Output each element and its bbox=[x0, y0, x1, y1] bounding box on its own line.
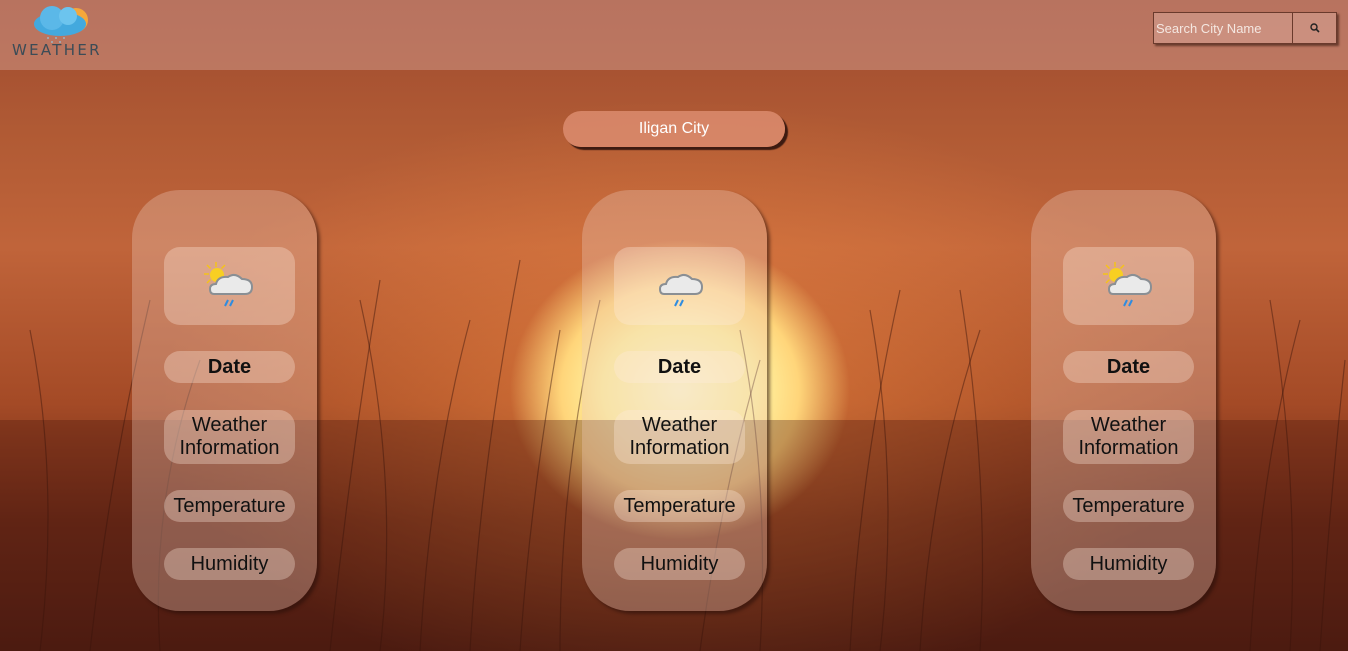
cloud-rain-icon bbox=[658, 273, 703, 307]
weather-icon-box bbox=[164, 247, 295, 325]
top-header-bar: WEATHER bbox=[0, 0, 1348, 70]
temperature-label: Temperature bbox=[614, 490, 745, 522]
weather-info-label: Weather Information bbox=[614, 410, 745, 464]
sun-cloud-rain-icon bbox=[203, 262, 253, 307]
humidity-label: Humidity bbox=[164, 548, 295, 580]
date-label: Date bbox=[1063, 351, 1194, 383]
search-input[interactable] bbox=[1153, 12, 1292, 44]
temperature-label: Temperature bbox=[1063, 490, 1194, 522]
search-icon bbox=[1309, 23, 1320, 33]
humidity-label: Humidity bbox=[1063, 548, 1194, 580]
humidity-label: Humidity bbox=[614, 548, 745, 580]
forecast-card: Date Weather Information Temperature Hum… bbox=[132, 190, 317, 611]
temperature-label: Temperature bbox=[164, 490, 295, 522]
search-button[interactable] bbox=[1292, 12, 1337, 44]
sun-cloud-rain-icon bbox=[1102, 262, 1152, 307]
logo-text: WEATHER bbox=[12, 41, 102, 59]
search-bar bbox=[1153, 12, 1337, 44]
date-label: Date bbox=[614, 351, 745, 383]
weather-icon-box bbox=[1063, 247, 1194, 325]
weather-info-label: Weather Information bbox=[164, 410, 295, 464]
city-name-label: Iligan City bbox=[563, 111, 785, 147]
date-label: Date bbox=[164, 351, 295, 383]
weather-info-label: Weather Information bbox=[1063, 410, 1194, 464]
forecast-card: Date Weather Information Temperature Hum… bbox=[1031, 190, 1216, 611]
weather-icon-box bbox=[614, 247, 745, 325]
forecast-card: Date Weather Information Temperature Hum… bbox=[582, 190, 767, 611]
